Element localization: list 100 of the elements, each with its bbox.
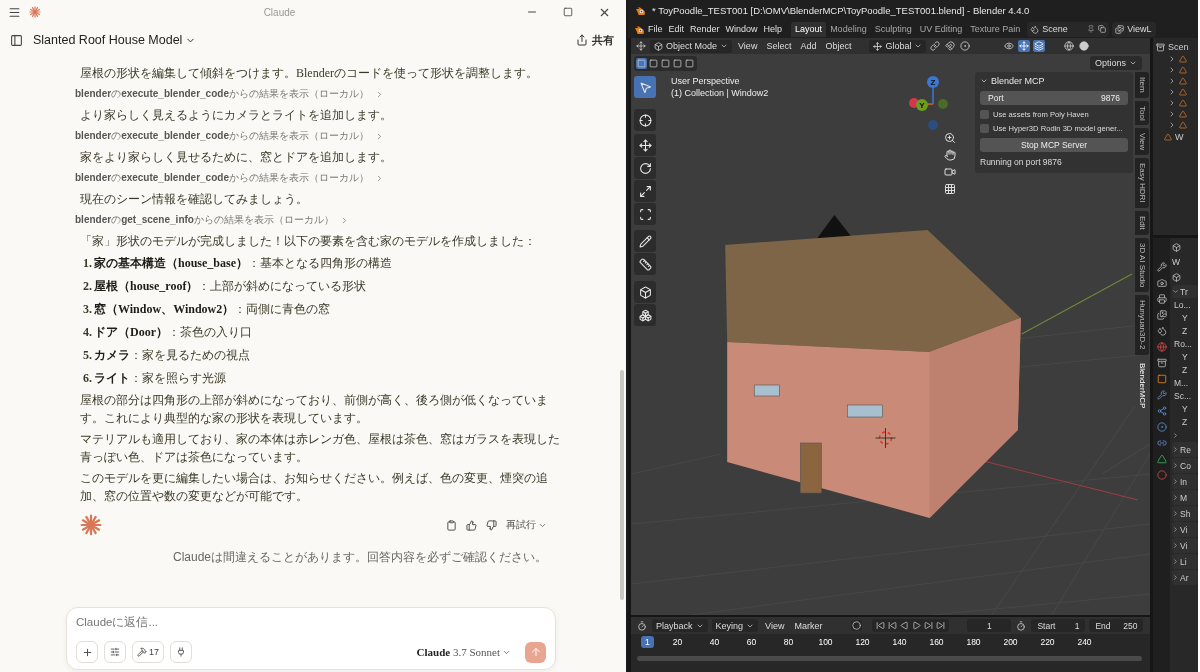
tools-button[interactable]: 17 [132, 641, 164, 663]
selection-mode-button[interactable] [684, 58, 695, 69]
plug-button[interactable] [170, 641, 192, 663]
snap-button[interactable] [944, 40, 957, 52]
record-button[interactable] [851, 620, 863, 631]
stopwatch-button[interactable] [1015, 619, 1028, 632]
panel-header[interactable]: Li [1180, 556, 1187, 567]
3d-viewport[interactable] [631, 54, 1150, 615]
sidebar-tab[interactable]: 3D AI Studio [1135, 237, 1149, 293]
scene-selector[interactable]: Scene [1027, 21, 1110, 37]
pan-button[interactable] [944, 149, 956, 161]
selection-mode-button[interactable] [660, 58, 671, 69]
retry-button[interactable]: 再試行 [506, 518, 547, 532]
workspace-tab[interactable]: Modeling [826, 21, 871, 37]
timeline-scrollbar[interactable] [637, 656, 1142, 661]
selection-mode-button[interactable] [672, 58, 683, 69]
tool-result-link[interactable]: blenderのexecute_blender_codeからの結果を表示（ローカル） [75, 85, 384, 103]
sidebar-tab[interactable]: View [1135, 128, 1149, 156]
sidebar-tab[interactable]: Tool [1135, 100, 1149, 126]
tool-button[interactable] [634, 109, 656, 131]
options-button[interactable]: Options [1089, 56, 1142, 70]
next-keyframe-button[interactable] [923, 620, 935, 631]
editor-type-button[interactable] [636, 619, 648, 632]
sidebar-tab[interactable]: Easy HDRI [1135, 158, 1149, 208]
proportional-button[interactable] [959, 40, 972, 52]
orientation-dropdown[interactable]: Global [869, 39, 927, 53]
solid-shading-button[interactable] [1078, 40, 1091, 52]
add-button[interactable] [76, 641, 98, 663]
editor-type-button[interactable] [635, 40, 647, 52]
visibility-button[interactable] [1003, 40, 1016, 52]
current-frame-field[interactable]: 1 [967, 619, 1012, 632]
settings-button[interactable] [104, 641, 126, 663]
thumbs-up-button[interactable] [466, 519, 477, 531]
stop-server-button[interactable]: Stop MCP Server [980, 138, 1128, 152]
panel-title[interactable]: Blender MCP [980, 76, 1128, 86]
selection-mode-button[interactable] [636, 58, 647, 69]
tool-button[interactable] [634, 253, 656, 275]
sidebar-tab[interactable]: Hunyuan3D-2 [1135, 295, 1149, 355]
model-selector[interactable]: Claude 3.7 Sonnet [416, 646, 511, 658]
conversation-title[interactable]: Slanted Roof House Model [33, 33, 197, 47]
wireframe-button[interactable] [1063, 40, 1076, 52]
tool-button[interactable] [634, 203, 656, 225]
tool-result-link[interactable]: blenderのexecute_blender_codeからの結果を表示（ローカル） [75, 127, 384, 145]
overlay-button[interactable] [1033, 40, 1046, 52]
share-button[interactable]: 共有 [576, 32, 614, 48]
jump-end-button[interactable] [935, 620, 947, 631]
perspective-button[interactable] [944, 183, 956, 195]
reply-box[interactable]: Claudeに返信... 17 Claude 3.7 Sonnet [66, 607, 556, 670]
sidebar-tab[interactable]: Edit [1135, 211, 1149, 235]
prev-keyframe-button[interactable] [887, 620, 899, 631]
menu-item[interactable]: Window [722, 24, 761, 34]
property-label: M... [1174, 378, 1189, 388]
playback-dropdown[interactable]: Playback [652, 619, 708, 632]
menu-item[interactable]: Help [760, 24, 786, 34]
pivot-button[interactable] [929, 40, 942, 52]
workspace-tab[interactable]: Layout [791, 21, 827, 37]
workspace-tab[interactable]: UV Editing [915, 21, 967, 37]
navigation-gizmo[interactable]: Z Y [907, 74, 959, 134]
view-layer-selector[interactable]: ViewL [1112, 21, 1157, 37]
menu-item[interactable]: Object [822, 41, 855, 51]
workspace-tab[interactable]: Texture Pain [966, 21, 1025, 37]
menu-item[interactable]: View [762, 620, 788, 631]
tool-button[interactable] [634, 134, 656, 156]
tool-button[interactable] [634, 180, 656, 202]
property-label: Y [1182, 404, 1188, 414]
menu-item[interactable]: View [735, 41, 761, 51]
selection-mode-button[interactable] [648, 58, 659, 69]
tool-button[interactable] [634, 157, 656, 179]
tool-button[interactable] [634, 281, 656, 303]
menu-button[interactable] [8, 5, 21, 19]
tool-button[interactable] [634, 76, 656, 98]
square-icon [685, 59, 694, 68]
tool-button[interactable] [634, 230, 656, 252]
play-reverse-button[interactable] [899, 620, 911, 631]
gizmo-button[interactable] [1018, 40, 1031, 52]
port-field[interactable]: Port 9876 [980, 91, 1128, 105]
mode-dropdown[interactable]: Object Mode [650, 39, 733, 53]
workspace-tab[interactable]: Sculpting [870, 21, 916, 37]
tool-button[interactable] [634, 304, 656, 326]
sidebar-toggle-button[interactable] [10, 33, 23, 47]
play-button[interactable] [911, 620, 923, 631]
menu-item[interactable]: File [645, 24, 666, 34]
menu-item[interactable]: Render [687, 24, 723, 34]
scrollbar-thumb[interactable] [620, 370, 624, 600]
menu-item[interactable]: Marker [791, 620, 826, 631]
tool-result-link[interactable]: blenderのget_scene_infoからの結果を表示（ローカル） [75, 211, 349, 229]
zoom-button[interactable] [944, 132, 956, 144]
tool-result-link[interactable]: blenderのexecute_blender_codeからの結果を表示（ローカル） [75, 169, 384, 187]
thumbs-down-button[interactable] [486, 519, 497, 531]
start-frame-field[interactable]: Start 1 [1031, 619, 1086, 632]
menu-item[interactable]: Add [797, 41, 820, 51]
menu-item[interactable]: Select [763, 41, 795, 51]
jump-start-button[interactable] [875, 620, 887, 631]
sidebar-tab[interactable]: Item [1135, 72, 1149, 98]
end-frame-field[interactable]: End 250 [1089, 619, 1144, 632]
frame-number: 180 [965, 636, 982, 648]
camera-view-button[interactable] [944, 166, 956, 178]
keying-dropdown[interactable]: Keying [711, 619, 759, 632]
menu-item[interactable]: Edit [665, 24, 688, 34]
copy-button[interactable] [446, 519, 457, 531]
